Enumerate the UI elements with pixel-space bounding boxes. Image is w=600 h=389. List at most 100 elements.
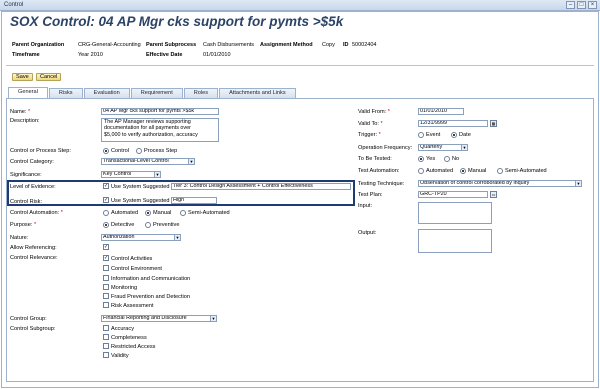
- yes-radio[interactable]: [418, 156, 424, 162]
- subgroup-checkbox[interactable]: [103, 352, 109, 358]
- effective-date-value: 01/01/2010: [203, 52, 231, 58]
- window-controls: – □ ×: [566, 1, 597, 9]
- significance-select[interactable]: Key Control ▼: [101, 171, 161, 178]
- valid-to-input[interactable]: 12/31/9999: [418, 120, 488, 127]
- test-semi-automated-option-label: Semi-Automated: [505, 168, 547, 174]
- minimize-icon[interactable]: –: [566, 1, 575, 9]
- name-input[interactable]: 04 AP Mgr cks support for pymts >$5k: [101, 108, 219, 115]
- detective-radio[interactable]: [103, 222, 109, 228]
- chevron-down-icon[interactable]: ▼: [461, 145, 467, 150]
- description-textarea[interactable]: The AP Manager reviews supporting docume…: [101, 118, 219, 142]
- name-label: Name: *: [10, 109, 31, 115]
- control-automation-label: Control Automation: *: [10, 210, 63, 216]
- event-radio[interactable]: [418, 132, 424, 138]
- description-label: Description:: [10, 118, 40, 124]
- date-option-label: Date: [459, 132, 471, 138]
- close-icon[interactable]: ×: [588, 1, 597, 9]
- control-group-label: Control Group:: [10, 316, 47, 322]
- control-radio[interactable]: [103, 148, 109, 154]
- timeframe-value: Year 2010: [78, 52, 103, 58]
- no-radio[interactable]: [444, 156, 450, 162]
- lookup-icon[interactable]: ▭: [490, 191, 497, 198]
- test-automation-label: Test Automation:: [358, 168, 400, 174]
- control-category-label: Control Category:: [10, 159, 54, 165]
- tab-requirement[interactable]: Requirement: [130, 88, 183, 98]
- tab-roles[interactable]: Roles: [183, 88, 219, 98]
- chevron-down-icon[interactable]: ▼: [174, 235, 180, 240]
- semi-automated-radio[interactable]: [180, 210, 186, 216]
- test-manual-option-label: Manual: [468, 168, 487, 174]
- subgroup-option-label: Restricted Access: [111, 344, 156, 350]
- tab-risks[interactable]: Risks: [48, 88, 83, 98]
- relevance-option-label: Monitoring: [111, 285, 138, 291]
- significance-label: Significance:: [10, 172, 42, 178]
- input-textarea[interactable]: [418, 202, 492, 224]
- calendar-icon[interactable]: ▦: [490, 120, 497, 127]
- subgroup-checkbox[interactable]: [103, 325, 109, 331]
- tab-evaluation[interactable]: Evaluation: [83, 88, 130, 98]
- relevance-checkbox[interactable]: [103, 265, 109, 271]
- testing-technique-select[interactable]: Observation of control corroborated by i…: [418, 180, 582, 187]
- subgroup-option-label: Accuracy: [111, 326, 135, 332]
- manual-radio[interactable]: [145, 210, 151, 216]
- general-tab-panel: [6, 98, 594, 382]
- relevance-option-label: Risk Assessment: [111, 303, 154, 309]
- chevron-down-icon[interactable]: ▼: [188, 159, 194, 164]
- control-category-select[interactable]: Transactional-Level Control ▼: [101, 158, 195, 165]
- date-radio[interactable]: [451, 132, 457, 138]
- level-of-evidence-field: Tier 3: Control Design Assessment + Cont…: [171, 183, 351, 190]
- control-group-select[interactable]: Financial Reporting and Disclosure ▼: [101, 315, 217, 322]
- automated-option-label: Automated: [111, 210, 139, 216]
- parent-subprocess-value: Cash Disbursements: [203, 42, 255, 48]
- subgroup-checkbox[interactable]: [103, 334, 109, 340]
- test-manual-radio[interactable]: [460, 168, 466, 174]
- chevron-down-icon[interactable]: ▼: [575, 181, 581, 186]
- to-be-tested-label: To Be Tested:: [358, 156, 392, 162]
- valid-from-input[interactable]: 01/01/2010: [418, 108, 464, 115]
- test-semi-automated-radio[interactable]: [497, 168, 503, 174]
- window-title: Control: [4, 2, 24, 8]
- tab-general[interactable]: General: [8, 87, 48, 98]
- tab-strip: General Risks Evaluation Requirement Rol…: [8, 87, 297, 98]
- use-system-suggested-risk-label: Use System Suggested: [111, 198, 170, 204]
- automated-radio[interactable]: [103, 210, 109, 216]
- use-system-suggested-label: Use System Suggested: [111, 184, 170, 190]
- relevance-checkbox[interactable]: [103, 284, 109, 290]
- relevance-checkbox[interactable]: [103, 293, 109, 299]
- output-textarea[interactable]: [418, 229, 492, 253]
- subgroup-checkbox[interactable]: [103, 343, 109, 349]
- semi-automated-option-label: Semi-Automated: [188, 210, 230, 216]
- relevance-option-label: Control Activities: [111, 256, 153, 262]
- process-step-option-label: Process Step: [144, 148, 178, 154]
- operation-frequency-select[interactable]: Quarterly ▼: [418, 144, 468, 151]
- control-subgroup-label: Control Subgroup:: [10, 326, 56, 332]
- maximize-icon[interactable]: □: [577, 1, 586, 9]
- control-option-label: Control: [111, 148, 130, 154]
- cancel-button[interactable]: Cancel: [36, 73, 62, 81]
- id-value: 50002404: [352, 42, 377, 48]
- test-automated-radio[interactable]: [418, 168, 424, 174]
- relevance-option-label: Control Environment: [111, 266, 162, 272]
- use-system-suggested-checkbox[interactable]: ✓: [103, 183, 109, 189]
- allow-referencing-checkbox[interactable]: ✓: [103, 244, 109, 250]
- relevance-checkbox[interactable]: [103, 275, 109, 281]
- relevance-checkbox[interactable]: ✓: [103, 255, 109, 261]
- input-label: Input:: [358, 203, 372, 209]
- page-title: SOX Control: 04 AP Mgr cks support for p…: [10, 14, 344, 29]
- assignment-method-label: Assignment Method: [260, 42, 313, 48]
- no-option-label: No: [452, 156, 460, 162]
- event-option-label: Event: [426, 132, 441, 138]
- save-button[interactable]: Save: [12, 73, 33, 81]
- chevron-down-icon[interactable]: ▼: [210, 316, 216, 321]
- chevron-down-icon[interactable]: ▼: [154, 172, 160, 177]
- relevance-checkbox[interactable]: [103, 302, 109, 308]
- process-step-radio[interactable]: [136, 148, 142, 154]
- test-plan-input[interactable]: GRC-TP20: [418, 191, 488, 198]
- use-system-suggested-risk-checkbox[interactable]: ✓: [103, 197, 109, 203]
- preventive-radio[interactable]: [145, 222, 151, 228]
- nature-select[interactable]: Authorization ▼: [101, 234, 181, 241]
- tab-attachments[interactable]: Attachments and Links: [219, 88, 296, 98]
- output-label: Output:: [358, 230, 377, 236]
- control-relevance-label: Control Relevance:: [10, 255, 58, 261]
- id-label: ID: [343, 42, 349, 48]
